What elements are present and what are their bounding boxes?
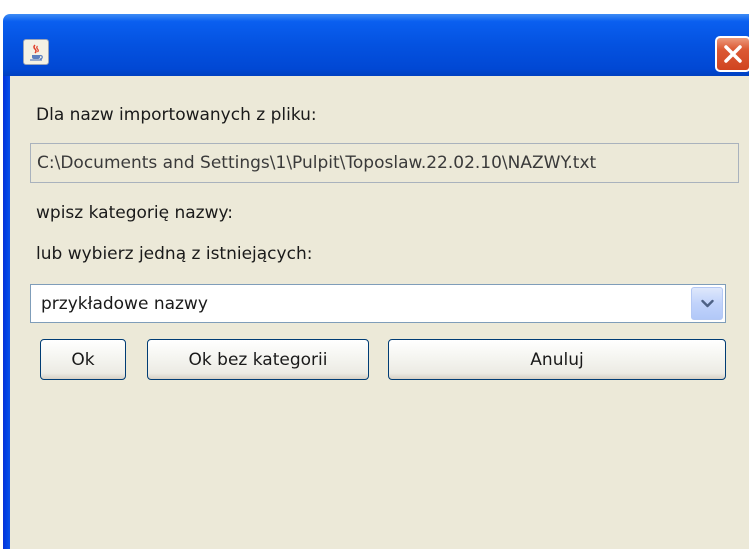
- dialog-window: Dla nazw importowanych z pliku: C:\Docum…: [0, 0, 749, 549]
- category-label: wpisz kategorię nazwy:: [36, 203, 234, 223]
- file-path-field[interactable]: C:\Documents and Settings\1\Pulpit\Topos…: [30, 143, 739, 183]
- close-button[interactable]: [715, 36, 749, 72]
- java-cup-icon: [23, 39, 49, 65]
- close-icon: [724, 45, 742, 63]
- chevron-down-icon: [701, 299, 714, 308]
- window-frame: [3, 76, 10, 549]
- choose-existing-label: lub wybierz jedną z istniejących:: [36, 244, 313, 264]
- cancel-button[interactable]: Anuluj: [388, 339, 726, 380]
- title-bar[interactable]: [3, 14, 749, 76]
- ok-button[interactable]: Ok: [40, 339, 126, 380]
- ok-without-category-button[interactable]: Ok bez kategorii: [147, 339, 369, 380]
- import-label: Dla nazw importowanych z pliku:: [36, 105, 317, 125]
- file-path-text: C:\Documents and Settings\1\Pulpit\Topos…: [37, 153, 597, 173]
- category-select-value: przykładowe nazwy: [41, 294, 208, 314]
- category-select[interactable]: przykładowe nazwy: [30, 284, 726, 323]
- dropdown-button[interactable]: [691, 287, 723, 320]
